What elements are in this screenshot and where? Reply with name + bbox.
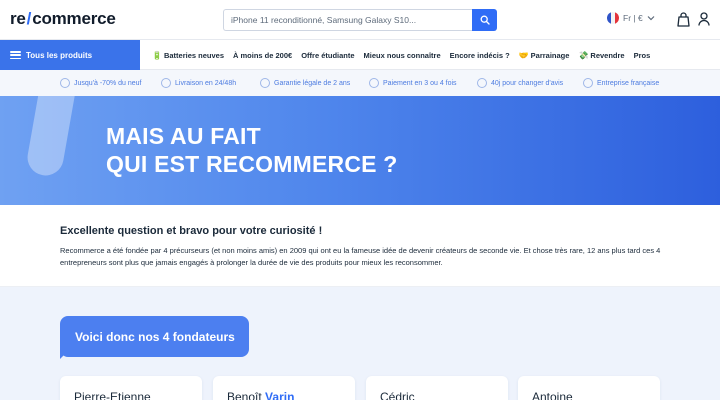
price-tag-icon bbox=[60, 78, 70, 88]
benefit-return: 40j pour changer d'avis bbox=[477, 78, 563, 88]
hero-title: MAIS AU FAIT QUI EST RECOMMERCE ? bbox=[106, 123, 398, 177]
benefit-payment: Paiement en 3 ou 4 fois bbox=[369, 78, 457, 88]
user-icon bbox=[698, 12, 710, 26]
all-products-button[interactable]: Tous les produits bbox=[0, 40, 140, 70]
search-button[interactable] bbox=[472, 9, 497, 31]
all-products-label: Tous les produits bbox=[26, 50, 93, 60]
cart-button[interactable] bbox=[675, 10, 691, 28]
benefit-delivery: Livraison en 24/48h bbox=[161, 78, 236, 88]
search-icon bbox=[480, 15, 490, 25]
founder-name: Antoine bbox=[532, 390, 573, 400]
benefit-discount: Jusqu'à -70% du neuf bbox=[60, 78, 142, 88]
founder-card[interactable]: Pierre-Etienne bbox=[60, 376, 202, 400]
menu-icon bbox=[10, 51, 21, 59]
founder-card[interactable]: Cédric bbox=[366, 376, 508, 400]
founder-name: Benoît Varin bbox=[227, 390, 295, 400]
nav-item-student-offer[interactable]: Offre étudiante bbox=[301, 51, 354, 60]
nav-item-referral[interactable]: 🤝 Parrainage bbox=[519, 51, 570, 60]
founders-section: Voici donc nos 4 fondateurs Pierre-Etien… bbox=[0, 287, 720, 400]
founder-card[interactable]: Benoît Varin bbox=[213, 376, 355, 400]
account-button[interactable] bbox=[696, 10, 712, 28]
battery-icon: 🔋 bbox=[152, 50, 162, 60]
hero-banner: MAIS AU FAIT QUI EST RECOMMERCE ? bbox=[0, 96, 720, 205]
language-label: Fr | € bbox=[623, 13, 643, 23]
nav-menu: 🔋 Batteries neuves À moins de 200€ Offre … bbox=[152, 40, 650, 70]
search-input[interactable] bbox=[223, 9, 472, 31]
benefits-strip: Jusqu'à -70% du neuf Livraison en 24/48h… bbox=[0, 70, 720, 96]
intro-text: Recommerce a été fondée par 4 précurseur… bbox=[60, 246, 661, 267]
recommerce-logo[interactable]: re/commerce bbox=[10, 9, 116, 29]
intro-section: Excellente question et bravo pour votre … bbox=[0, 205, 720, 287]
benefit-french-company: Entreprise française bbox=[583, 78, 659, 88]
nav-item-batteries[interactable]: 🔋 Batteries neuves bbox=[152, 51, 224, 60]
shopping-bag-icon bbox=[676, 11, 690, 27]
nav-item-undecided[interactable]: Encore indécis ? bbox=[450, 51, 510, 60]
founder-card[interactable]: Antoine bbox=[518, 376, 660, 400]
nav-item-under-200[interactable]: À moins de 200€ bbox=[233, 51, 292, 60]
france-icon bbox=[583, 78, 593, 88]
money-icon: 💸 bbox=[578, 50, 589, 60]
shield-icon bbox=[260, 78, 270, 88]
site-header: re/commerce Fr | € bbox=[0, 0, 720, 40]
founders-heading: Voici donc nos 4 fondateurs bbox=[60, 316, 249, 357]
nav-item-sell[interactable]: 💸 Revendre bbox=[578, 51, 624, 60]
return-icon bbox=[477, 78, 487, 88]
truck-icon bbox=[161, 78, 171, 88]
credit-card-icon bbox=[369, 78, 379, 88]
decorative-shape bbox=[24, 96, 80, 179]
chevron-down-icon bbox=[647, 16, 655, 21]
benefit-warranty: Garantie légale de 2 ans bbox=[260, 78, 350, 88]
intro-title: Excellente question et bravo pour votre … bbox=[60, 225, 323, 237]
founder-name: Cédric bbox=[380, 390, 415, 400]
founder-name: Pierre-Etienne bbox=[74, 390, 151, 400]
nav-item-pros[interactable]: Pros bbox=[634, 51, 651, 60]
language-selector[interactable]: Fr | € bbox=[607, 12, 655, 24]
main-navigation: Tous les produits 🔋 Batteries neuves À mo… bbox=[0, 40, 720, 70]
search-bar bbox=[223, 9, 497, 31]
france-flag-icon bbox=[607, 12, 619, 24]
nav-item-about[interactable]: Mieux nous connaître bbox=[364, 51, 441, 60]
handshake-icon: 🤝 bbox=[518, 50, 529, 60]
